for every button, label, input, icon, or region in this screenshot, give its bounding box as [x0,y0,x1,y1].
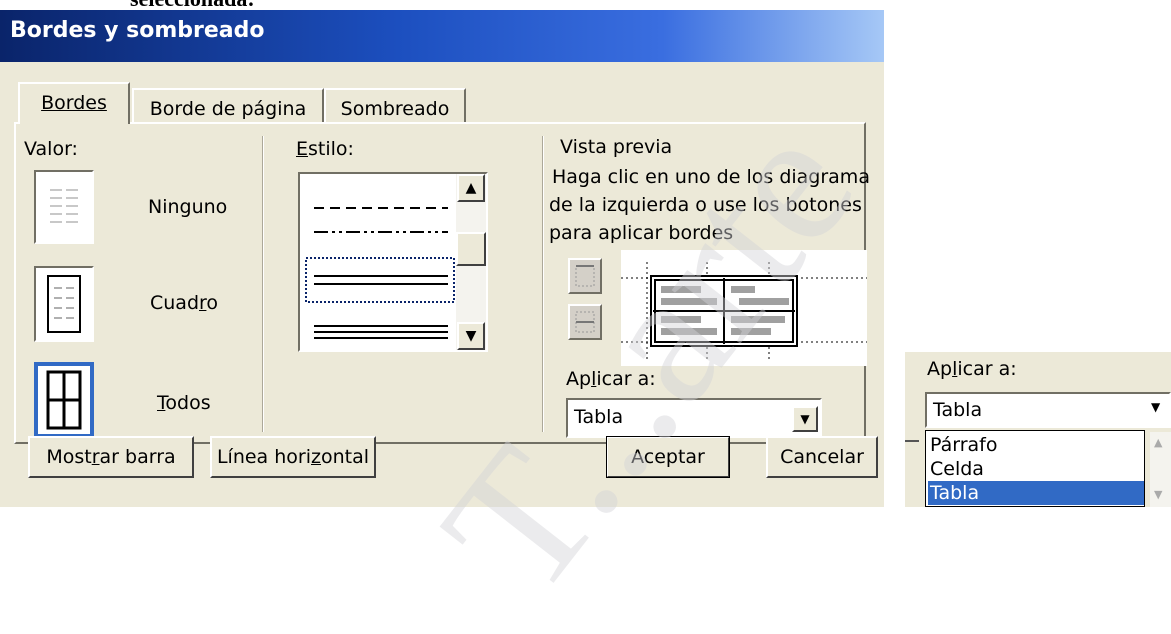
top-border-icon [575,265,595,287]
tab-borde-de-pagina-label: Borde de página [149,98,307,120]
example-apply-to-select[interactable]: Tabla ▼ [925,392,1171,428]
apply-to-label: Aplicar a: [566,368,656,390]
estilo-label: Estilo: [296,138,354,160]
arrow-up-icon: ▲ [465,180,477,196]
valor-label: Valor: [24,138,78,160]
preview-label: Vista previa [560,136,673,158]
scroll-thumb[interactable] [456,232,486,266]
valor-todos-label: Todos [157,392,211,414]
tab-sombreado[interactable]: Sombreado [324,88,466,124]
example-chevron-down-icon: ▼ [1151,400,1161,414]
cancel-button[interactable]: Cancelar [766,436,878,478]
preview-instruction-line-1: Haga clic en uno de los diagrama [552,166,870,188]
tab-borde-de-pagina[interactable]: Borde de página [132,88,324,124]
tab-bordes-label: Bordes [41,92,107,114]
line-style-scrollbar[interactable]: ▲ ▼ [456,174,486,350]
list-arrow-up-icon: ▲ [1154,436,1163,449]
list-item-parrafo[interactable]: Párrafo [928,433,1144,457]
list-item-tabla[interactable]: Tabla [928,481,1144,505]
no-border-icon [50,189,78,223]
arrow-down-icon: ▼ [465,328,477,344]
dialog-title: Bordes y sombreado [10,18,265,43]
list-arrow-down-icon: ▼ [1154,488,1163,501]
valor-cuadro-button[interactable] [34,266,94,342]
preview-area[interactable] [621,250,867,366]
preview-instruction-line-3: para aplicar bordes [549,222,734,244]
apply-to-options-list[interactable]: Párrafo Celda Tabla [925,430,1145,507]
box-border-icon [47,275,81,333]
line-styles [305,207,455,339]
valor-ninguno-button[interactable] [34,170,94,244]
ok-button[interactable]: Aceptar [606,436,730,478]
tab-sombreado-label: Sombreado [340,98,450,120]
valor-ninguno-label: Ninguno [148,196,228,218]
separator-right [542,136,544,432]
middle-border-button[interactable] [568,304,602,340]
all-borders-icon [36,364,92,436]
apply-to-select[interactable]: Tabla ▼ [566,398,822,438]
chevron-down-icon: ▼ [800,412,810,426]
list-item-celda[interactable]: Celda [928,457,1144,481]
scroll-up-button[interactable]: ▲ [457,174,485,202]
inside-horizontal-border-icon [575,311,595,333]
preview-instruction-line-2: de la izquierda o use los botones [549,194,862,216]
valor-todos-button[interactable] [34,362,94,438]
apply-to-value: Tabla [574,406,624,428]
example-apply-to-label: Aplicar a: [927,358,1017,380]
separator-left [262,136,264,432]
show-toolbar-button[interactable]: Mostrar barra [28,436,194,478]
horizontal-line-button[interactable]: Línea horizontal [210,436,376,478]
table-preview-diagram [621,262,867,362]
apply-to-dropdown-button[interactable]: ▼ [792,406,818,432]
valor-cuadro-label: Cuadro [150,292,219,314]
options-list-scrollbar[interactable]: ▲ ▼ [1150,432,1171,507]
list-connector [905,440,919,442]
tab-bordes[interactable]: Bordes [18,82,130,124]
scroll-down-button[interactable]: ▼ [457,322,485,350]
example-apply-to-value: Tabla [933,399,983,421]
top-border-button[interactable] [568,258,602,294]
